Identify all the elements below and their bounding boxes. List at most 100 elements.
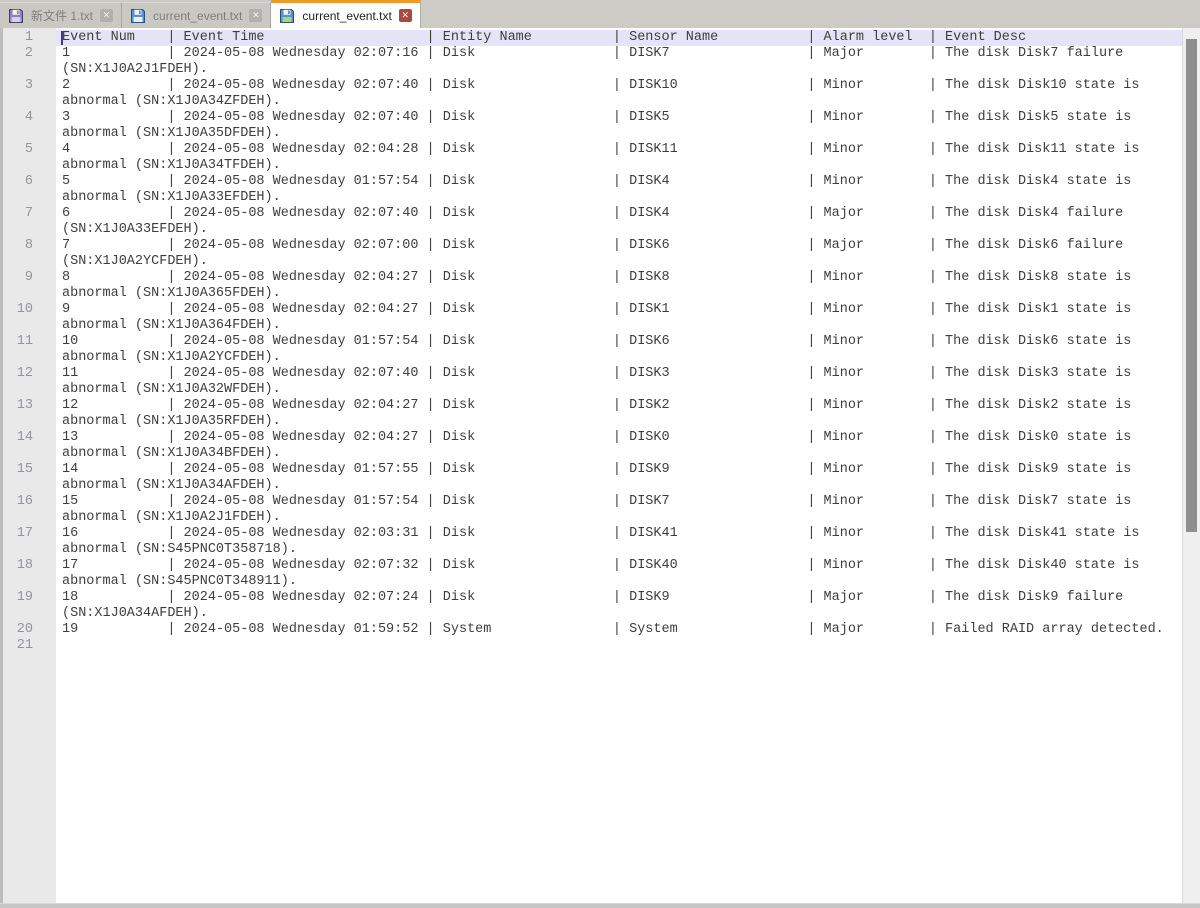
tab-label: current_event.txt bbox=[153, 9, 242, 23]
line-text[interactable]: 11 | 2024-05-08 Wednesday 02:07:40 | Dis… bbox=[56, 366, 1182, 382]
vertical-scrollbar[interactable] bbox=[1182, 28, 1200, 903]
tab-close-icon[interactable]: ✕ bbox=[399, 9, 412, 22]
line-text[interactable]: 19 | 2024-05-08 Wednesday 01:59:52 | Sys… bbox=[56, 622, 1182, 638]
line-text[interactable]: (SN:X1J0A2J1FDEH). bbox=[56, 62, 1182, 78]
line-text[interactable]: (SN:X1J0A33EFDEH). bbox=[56, 222, 1182, 238]
line-text[interactable]: abnormal (SN:X1J0A35DFDEH). bbox=[56, 126, 1182, 142]
line-text[interactable]: 1 | 2024-05-08 Wednesday 02:07:16 | Disk… bbox=[56, 46, 1182, 62]
line-number: 3 bbox=[3, 78, 56, 94]
line-text[interactable]: Event Num | Event Time | Entity Name | S… bbox=[56, 30, 1182, 46]
code-line[interactable]: 43 | 2024-05-08 Wednesday 02:07:40 | Dis… bbox=[0, 110, 1182, 126]
line-text[interactable]: abnormal (SN:X1J0A2YCFDEH). bbox=[56, 350, 1182, 366]
line-text[interactable]: abnormal (SN:S45PNC0T348911). bbox=[56, 574, 1182, 590]
tab-new-file-1[interactable]: 新文件 1.txt ✕ bbox=[0, 2, 122, 28]
line-text[interactable]: 16 | 2024-05-08 Wednesday 02:03:31 | Dis… bbox=[56, 526, 1182, 542]
text-content[interactable]: 1Event Num | Event Time | Entity Name | … bbox=[0, 28, 1182, 903]
code-line[interactable]: abnormal (SN:X1J0A33EFDEH). bbox=[0, 190, 1182, 206]
line-text[interactable]: 7 | 2024-05-08 Wednesday 02:07:00 | Disk… bbox=[56, 238, 1182, 254]
line-text[interactable]: (SN:X1J0A2YCFDEH). bbox=[56, 254, 1182, 270]
line-text[interactable] bbox=[56, 638, 1182, 654]
code-line[interactable]: 1615 | 2024-05-08 Wednesday 01:57:54 | D… bbox=[0, 494, 1182, 510]
code-line[interactable]: 32 | 2024-05-08 Wednesday 02:07:40 | Dis… bbox=[0, 78, 1182, 94]
code-line[interactable]: 76 | 2024-05-08 Wednesday 02:07:40 | Dis… bbox=[0, 206, 1182, 222]
code-line[interactable]: 65 | 2024-05-08 Wednesday 01:57:54 | Dis… bbox=[0, 174, 1182, 190]
line-text[interactable]: abnormal (SN:X1J0A34ZFDEH). bbox=[56, 94, 1182, 110]
code-line[interactable]: 1211 | 2024-05-08 Wednesday 02:07:40 | D… bbox=[0, 366, 1182, 382]
code-line[interactable]: abnormal (SN:S45PNC0T348911). bbox=[0, 574, 1182, 590]
line-text[interactable]: 15 | 2024-05-08 Wednesday 01:57:54 | Dis… bbox=[56, 494, 1182, 510]
line-text[interactable]: abnormal (SN:X1J0A2J1FDEH). bbox=[56, 510, 1182, 526]
code-line[interactable]: abnormal (SN:X1J0A34ZFDEH). bbox=[0, 94, 1182, 110]
code-line[interactable]: 1817 | 2024-05-08 Wednesday 02:07:32 | D… bbox=[0, 558, 1182, 574]
code-line[interactable]: abnormal (SN:X1J0A2YCFDEH). bbox=[0, 350, 1182, 366]
code-line[interactable]: 87 | 2024-05-08 Wednesday 02:07:00 | Dis… bbox=[0, 238, 1182, 254]
code-line[interactable]: abnormal (SN:X1J0A34BFDEH). bbox=[0, 446, 1182, 462]
line-text[interactable]: abnormal (SN:X1J0A32WFDEH). bbox=[56, 382, 1182, 398]
code-line[interactable]: 1110 | 2024-05-08 Wednesday 01:57:54 | D… bbox=[0, 334, 1182, 350]
code-line[interactable]: abnormal (SN:X1J0A2J1FDEH). bbox=[0, 510, 1182, 526]
code-line[interactable]: (SN:X1J0A34AFDEH). bbox=[0, 606, 1182, 622]
code-line[interactable]: 1413 | 2024-05-08 Wednesday 02:04:27 | D… bbox=[0, 430, 1182, 446]
line-text[interactable]: 14 | 2024-05-08 Wednesday 01:57:55 | Dis… bbox=[56, 462, 1182, 478]
code-line[interactable]: abnormal (SN:X1J0A35DFDEH). bbox=[0, 126, 1182, 142]
line-number bbox=[3, 126, 56, 142]
code-line[interactable]: (SN:X1J0A2J1FDEH). bbox=[0, 62, 1182, 78]
line-text[interactable]: 6 | 2024-05-08 Wednesday 02:07:40 | Disk… bbox=[56, 206, 1182, 222]
line-text[interactable]: abnormal (SN:X1J0A365FDEH). bbox=[56, 286, 1182, 302]
tab-current-event-2-active[interactable]: current_event.txt ✕ bbox=[271, 0, 420, 28]
line-number: 17 bbox=[3, 526, 56, 542]
line-text[interactable]: abnormal (SN:X1J0A34BFDEH). bbox=[56, 446, 1182, 462]
code-line[interactable]: 54 | 2024-05-08 Wednesday 02:04:28 | Dis… bbox=[0, 142, 1182, 158]
tab-close-icon[interactable]: ✕ bbox=[100, 9, 113, 22]
line-number bbox=[3, 254, 56, 270]
line-number bbox=[3, 606, 56, 622]
line-text[interactable]: 2 | 2024-05-08 Wednesday 02:07:40 | Disk… bbox=[56, 78, 1182, 94]
code-line[interactable]: abnormal (SN:X1J0A34TFDEH). bbox=[0, 158, 1182, 174]
line-text[interactable]: abnormal (SN:S45PNC0T358718). bbox=[56, 542, 1182, 558]
scrollbar-thumb[interactable] bbox=[1186, 39, 1197, 532]
code-line[interactable]: (SN:X1J0A2YCFDEH). bbox=[0, 254, 1182, 270]
code-line[interactable]: 1312 | 2024-05-08 Wednesday 02:04:27 | D… bbox=[0, 398, 1182, 414]
line-text[interactable]: 13 | 2024-05-08 Wednesday 02:04:27 | Dis… bbox=[56, 430, 1182, 446]
line-text[interactable]: 12 | 2024-05-08 Wednesday 02:04:27 | Dis… bbox=[56, 398, 1182, 414]
line-text[interactable]: (SN:X1J0A34AFDEH). bbox=[56, 606, 1182, 622]
line-text[interactable]: 8 | 2024-05-08 Wednesday 02:04:27 | Disk… bbox=[56, 270, 1182, 286]
line-text[interactable]: 9 | 2024-05-08 Wednesday 02:04:27 | Disk… bbox=[56, 302, 1182, 318]
line-text[interactable]: 4 | 2024-05-08 Wednesday 02:04:28 | Disk… bbox=[56, 142, 1182, 158]
code-line[interactable]: abnormal (SN:X1J0A35RFDEH). bbox=[0, 414, 1182, 430]
code-line[interactable]: abnormal (SN:X1J0A365FDEH). bbox=[0, 286, 1182, 302]
line-number: 19 bbox=[3, 590, 56, 606]
code-line[interactable]: abnormal (SN:X1J0A34AFDEH). bbox=[0, 478, 1182, 494]
line-text[interactable]: abnormal (SN:X1J0A34AFDEH). bbox=[56, 478, 1182, 494]
line-number bbox=[3, 446, 56, 462]
line-number: 15 bbox=[3, 462, 56, 478]
line-text[interactable]: 10 | 2024-05-08 Wednesday 01:57:54 | Dis… bbox=[56, 334, 1182, 350]
line-text[interactable]: 18 | 2024-05-08 Wednesday 02:07:24 | Dis… bbox=[56, 590, 1182, 606]
line-number: 4 bbox=[3, 110, 56, 126]
code-line[interactable]: 1514 | 2024-05-08 Wednesday 01:57:55 | D… bbox=[0, 462, 1182, 478]
line-text[interactable]: 17 | 2024-05-08 Wednesday 02:07:32 | Dis… bbox=[56, 558, 1182, 574]
line-text[interactable]: 3 | 2024-05-08 Wednesday 02:07:40 | Disk… bbox=[56, 110, 1182, 126]
code-line[interactable]: 1918 | 2024-05-08 Wednesday 02:07:24 | D… bbox=[0, 590, 1182, 606]
bottom-edge bbox=[0, 903, 1200, 908]
line-text[interactable]: abnormal (SN:X1J0A34TFDEH). bbox=[56, 158, 1182, 174]
code-line[interactable]: 109 | 2024-05-08 Wednesday 02:04:27 | Di… bbox=[0, 302, 1182, 318]
line-text[interactable]: 5 | 2024-05-08 Wednesday 01:57:54 | Disk… bbox=[56, 174, 1182, 190]
code-line[interactable]: 21 bbox=[0, 638, 1182, 654]
code-line[interactable]: abnormal (SN:S45PNC0T358718). bbox=[0, 542, 1182, 558]
code-line[interactable]: abnormal (SN:X1J0A364FDEH). bbox=[0, 318, 1182, 334]
tab-close-icon[interactable]: ✕ bbox=[249, 9, 262, 22]
code-line[interactable]: abnormal (SN:X1J0A32WFDEH). bbox=[0, 382, 1182, 398]
tab-current-event-1[interactable]: current_event.txt ✕ bbox=[122, 2, 271, 28]
line-number bbox=[3, 286, 56, 302]
code-line[interactable]: 98 | 2024-05-08 Wednesday 02:04:27 | Dis… bbox=[0, 270, 1182, 286]
code-line[interactable]: (SN:X1J0A33EFDEH). bbox=[0, 222, 1182, 238]
code-line[interactable]: 1716 | 2024-05-08 Wednesday 02:03:31 | D… bbox=[0, 526, 1182, 542]
line-number: 5 bbox=[3, 142, 56, 158]
line-text[interactable]: abnormal (SN:X1J0A35RFDEH). bbox=[56, 414, 1182, 430]
line-text[interactable]: abnormal (SN:X1J0A33EFDEH). bbox=[56, 190, 1182, 206]
code-line[interactable]: 2019 | 2024-05-08 Wednesday 01:59:52 | S… bbox=[0, 622, 1182, 638]
code-line[interactable]: 1Event Num | Event Time | Entity Name | … bbox=[0, 30, 1182, 46]
line-text[interactable]: abnormal (SN:X1J0A364FDEH). bbox=[56, 318, 1182, 334]
code-line[interactable]: 21 | 2024-05-08 Wednesday 02:07:16 | Dis… bbox=[0, 46, 1182, 62]
